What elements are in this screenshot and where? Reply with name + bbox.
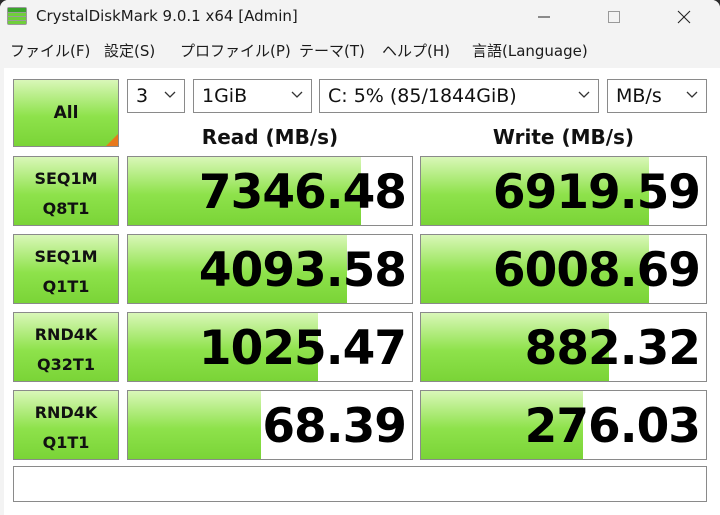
read-result-bar — [128, 391, 262, 459]
corner-marker-icon — [106, 134, 118, 146]
read-result-cell: 1025.47 — [127, 312, 413, 382]
read-result-cell: 4093.58 — [127, 234, 413, 304]
test-count-select[interactable]: 3 — [127, 79, 185, 113]
title-bar: CrystalDiskMark 9.0.1 x64 [Admin] — [0, 0, 720, 34]
test-button-rnd4k-q32t1[interactable]: RND4K Q32T1 — [13, 312, 119, 382]
menu-settings[interactable]: 設定(S) — [104, 40, 155, 61]
read-result-value: 4093.58 — [198, 243, 407, 298]
write-result-cell: 882.32 — [420, 312, 707, 382]
test-type-label: SEQ1M — [34, 247, 98, 266]
write-result-value: 276.03 — [524, 399, 701, 454]
test-type-label: RND4K — [34, 325, 98, 344]
chevron-down-icon — [291, 91, 303, 98]
menu-bar: ファイル(F) 設定(S) プロファイル(P) テーマ(T) ヘルプ(H) 言語… — [0, 36, 720, 64]
read-result-cell: 68.39 — [127, 390, 413, 460]
minimize-icon — [538, 16, 550, 18]
test-button-seq1m-q1t1[interactable]: SEQ1M Q1T1 — [13, 234, 119, 304]
all-test-button[interactable]: All — [13, 79, 119, 147]
drive-value: C: 5% (85/1844GiB) — [328, 85, 517, 107]
window-title: CrystalDiskMark 9.0.1 x64 [Admin] — [36, 7, 298, 25]
test-button-rnd4k-q1t1[interactable]: RND4K Q1T1 — [13, 390, 119, 460]
menu-language[interactable]: 言語(Language) — [472, 40, 588, 61]
maximize-button[interactable] — [582, 0, 646, 34]
close-icon — [677, 10, 691, 24]
read-result-value: 7346.48 — [198, 165, 407, 220]
all-button-label: All — [53, 103, 79, 123]
app-window: CrystalDiskMark 9.0.1 x64 [Admin] ファイル(F… — [0, 0, 720, 515]
write-result-cell: 6008.69 — [420, 234, 707, 304]
app-icon — [5, 4, 29, 28]
read-result-value: 68.39 — [262, 399, 407, 454]
close-button[interactable] — [652, 0, 716, 34]
test-size-value: 1GiB — [202, 85, 248, 107]
menu-help[interactable]: ヘルプ(H) — [382, 40, 450, 61]
unit-value: MB/s — [616, 85, 662, 107]
read-column-header: Read (MB/s) — [201, 125, 339, 149]
read-result-value: 1025.47 — [198, 321, 407, 376]
maximize-icon — [608, 11, 620, 23]
menu-theme[interactable]: テーマ(T) — [299, 40, 365, 61]
read-result-cell: 7346.48 — [127, 156, 413, 226]
drive-select[interactable]: C: 5% (85/1844GiB) — [319, 79, 599, 113]
write-result-value: 6919.59 — [492, 165, 701, 220]
menu-profile[interactable]: プロファイル(P) — [180, 40, 291, 61]
test-type-label: SEQ1M — [34, 169, 98, 188]
menu-file[interactable]: ファイル(F) — [10, 40, 90, 61]
chevron-down-icon — [578, 91, 590, 98]
chevron-down-icon — [686, 91, 698, 98]
test-queue-label: Q1T1 — [42, 433, 90, 452]
test-type-label: RND4K — [34, 403, 98, 422]
test-queue-label: Q8T1 — [42, 199, 90, 218]
test-size-select[interactable]: 1GiB — [193, 79, 312, 113]
write-result-value: 6008.69 — [492, 243, 701, 298]
write-result-cell: 276.03 — [420, 390, 707, 460]
write-result-cell: 6919.59 — [420, 156, 707, 226]
write-column-header: Write (MB/s) — [492, 125, 635, 149]
test-queue-label: Q1T1 — [42, 277, 90, 296]
test-count-value: 3 — [136, 85, 149, 107]
test-queue-label: Q32T1 — [37, 355, 95, 374]
write-result-value: 882.32 — [524, 321, 701, 376]
test-button-seq1m-q8t1[interactable]: SEQ1M Q8T1 — [13, 156, 119, 226]
comment-field[interactable] — [13, 466, 707, 502]
chevron-down-icon — [164, 91, 176, 98]
unit-select[interactable]: MB/s — [607, 79, 707, 113]
minimize-button[interactable] — [512, 0, 576, 34]
